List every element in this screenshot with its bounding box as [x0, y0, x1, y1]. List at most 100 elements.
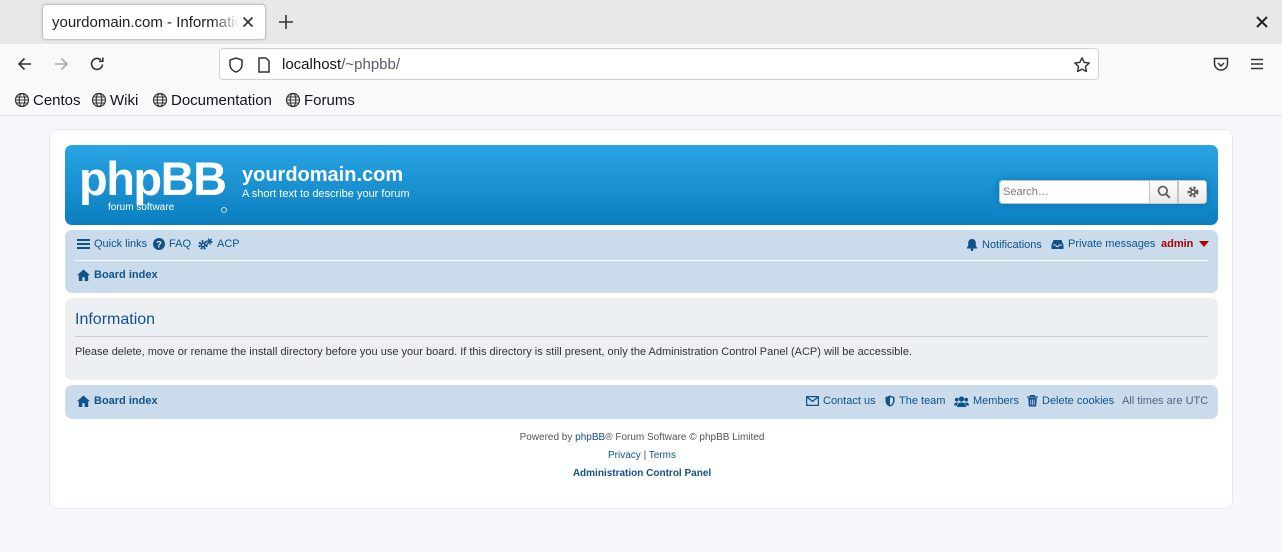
phpbb-link[interactable]: phpBB [575, 432, 605, 443]
nav-divider [75, 260, 1208, 261]
forum-header: phpBB forum software yourdomain.com A sh… [65, 145, 1218, 225]
browser-tab[interactable]: yourdomain.com - Information [42, 4, 266, 40]
quick-links-menu[interactable]: Quick links [77, 238, 147, 250]
browser-tab-bar: yourdomain.com - Information [0, 0, 1282, 44]
url-host: localhost [282, 56, 342, 73]
bookmark-forums[interactable]: Forums [285, 91, 355, 109]
search-button[interactable] [1149, 180, 1178, 204]
new-tab-icon[interactable] [276, 12, 296, 32]
url-text: localhost/~phpbb/ [282, 56, 400, 73]
information-panel: Information Please delete, move or renam… [65, 298, 1218, 380]
site-description: A short text to describe your forum [242, 188, 410, 200]
faq-label: FAQ [169, 238, 192, 250]
user-menu[interactable]: admin [1161, 238, 1213, 250]
private-messages-label: Private messages [1068, 238, 1156, 250]
board-index-label: Board index [94, 269, 158, 281]
copyright-text: ® Forum Software © phpBB Limited [605, 432, 765, 443]
url-bar[interactable]: localhost/~phpbb/ [219, 48, 1099, 80]
contact-us-label: Contact us [823, 395, 876, 407]
the-team-link[interactable]: The team [885, 395, 945, 407]
footer-links: Privacy | Terms [50, 450, 1234, 461]
notifications-link[interactable]: Notifications [966, 238, 1042, 251]
nav-panel: Quick links ? FAQ ACP Notifications Priv… [65, 230, 1218, 293]
links-separator: | [643, 450, 647, 461]
information-message: Please delete, move or rename the instal… [75, 346, 913, 358]
svg-text:?: ? [156, 240, 162, 250]
faq-link[interactable]: ? FAQ [153, 238, 191, 250]
users-icon [954, 395, 969, 407]
browser-nav-bar: localhost/~phpbb/ [0, 44, 1282, 84]
envelope-icon [806, 396, 819, 406]
page-icon[interactable] [255, 56, 273, 74]
timezone-label: All times are UTC [1122, 395, 1209, 407]
acp-footer: Administration Control Panel [50, 468, 1234, 479]
caret-down-icon [1199, 241, 1210, 247]
tab-title: yourdomain.com - Information [52, 14, 240, 31]
reload-icon[interactable] [87, 54, 107, 74]
bookmark-star-icon[interactable] [1073, 56, 1091, 74]
terms-link[interactable]: Terms [649, 450, 676, 461]
copyright-line: Powered by phpBB® Forum Software © phpBB… [50, 432, 1234, 443]
contact-us-link[interactable]: Contact us [806, 395, 876, 407]
footer-board-index-label: Board index [94, 395, 158, 407]
svg-text:phpBB: phpBB [79, 155, 226, 205]
globe-icon [14, 92, 30, 108]
trash-icon [1027, 395, 1038, 407]
bookmark-documentation[interactable]: Documentation [152, 91, 272, 109]
question-circle-icon: ? [153, 238, 165, 250]
timezone-info: All times are UTC [1122, 395, 1208, 407]
information-divider [75, 336, 1208, 337]
menu-icon[interactable] [1247, 54, 1267, 74]
bars-icon [77, 239, 90, 249]
url-path: /~phpbb/ [341, 56, 401, 73]
delete-cookies-label: Delete cookies [1042, 395, 1115, 407]
home-icon [77, 395, 90, 407]
bookmark-label: Documentation [171, 91, 272, 109]
advanced-search-button[interactable] [1178, 180, 1207, 204]
window-close-icon[interactable] [1254, 14, 1270, 30]
bookmark-centos[interactable]: Centos [14, 91, 81, 109]
pocket-icon[interactable] [1211, 54, 1231, 74]
site-title[interactable]: yourdomain.com [242, 164, 403, 187]
members-link[interactable]: Members [954, 395, 1019, 407]
phpbb-logo[interactable]: phpBB forum software [79, 155, 231, 215]
globe-icon [285, 92, 301, 108]
the-team-label: The team [899, 395, 946, 407]
gear-icon [1187, 186, 1198, 198]
shield-icon[interactable] [227, 56, 245, 74]
private-messages-link[interactable]: Private messages [1051, 238, 1155, 250]
quick-links-label: Quick links [94, 238, 148, 250]
search-box [999, 180, 1207, 204]
breadcrumb-board-index[interactable]: Board index [77, 269, 158, 281]
bookmarks-toolbar: Centos Wiki Documentation Forums [0, 84, 1282, 116]
administration-control-panel-link[interactable]: Administration Control Panel [573, 468, 711, 479]
page-viewport: phpBB forum software yourdomain.com A sh… [0, 116, 1282, 552]
home-icon [77, 269, 90, 281]
forward-icon[interactable] [51, 54, 71, 74]
bookmark-label: Centos [33, 91, 81, 109]
globe-icon [152, 92, 168, 108]
back-icon[interactable] [15, 54, 35, 74]
delete-cookies-link[interactable]: Delete cookies [1027, 395, 1114, 407]
footer-board-index[interactable]: Board index [77, 395, 158, 407]
privacy-link[interactable]: Privacy [608, 450, 641, 461]
globe-icon [91, 92, 107, 108]
bell-icon [966, 239, 978, 251]
members-label: Members [973, 395, 1019, 407]
information-title: Information [75, 311, 156, 328]
svg-text:forum software: forum software [108, 202, 175, 213]
acp-link[interactable]: ACP [198, 238, 240, 250]
inbox-icon [1051, 239, 1064, 249]
username-label: admin [1161, 238, 1194, 250]
bookmark-label: Wiki [110, 91, 139, 109]
close-tab-icon[interactable] [239, 13, 257, 31]
shield-icon [885, 395, 895, 407]
bookmark-label: Forums [304, 91, 355, 109]
bookmark-wiki[interactable]: Wiki [91, 91, 138, 109]
powered-by-text: Powered by [519, 432, 573, 443]
search-input[interactable] [999, 180, 1149, 204]
forum-wrap: phpBB forum software yourdomain.com A sh… [49, 129, 1233, 509]
notifications-label: Notifications [982, 238, 1042, 251]
acp-label: ACP [217, 238, 240, 250]
cogs-icon [198, 238, 213, 250]
